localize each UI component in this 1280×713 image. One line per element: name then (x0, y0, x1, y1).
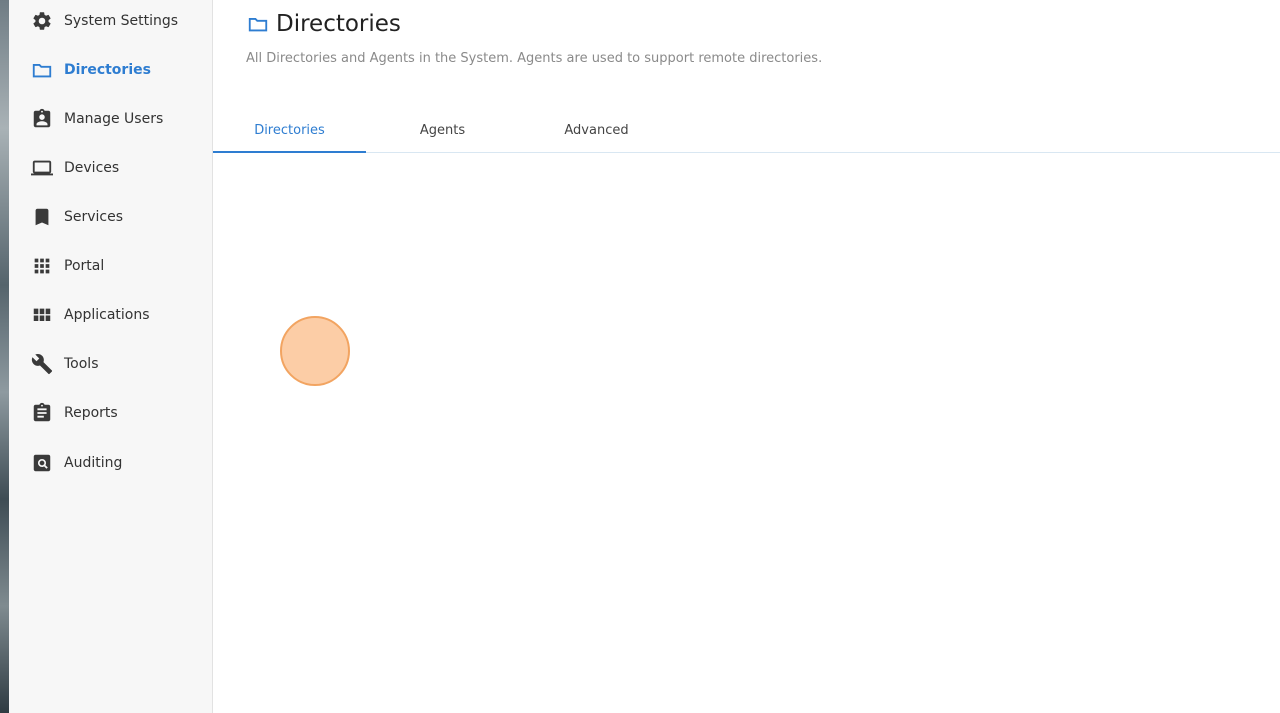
sidebar-item-reports[interactable]: Reports (9, 393, 212, 433)
folder-icon (247, 13, 269, 35)
user-badge-icon (30, 107, 54, 131)
sidebar-item-label: Applications (64, 307, 150, 323)
clipboard-icon (30, 401, 54, 425)
sidebar-item-portal[interactable]: Portal (9, 246, 212, 286)
page-subtitle: All Directories and Agents in the System… (246, 51, 823, 66)
folder-icon (30, 58, 54, 82)
cursor-indicator (280, 316, 350, 386)
tab-directories[interactable]: Directories (213, 108, 366, 153)
sidebar-item-label: Directories (64, 62, 151, 78)
sidebar-item-label: Auditing (64, 455, 123, 471)
laptop-icon (30, 156, 54, 180)
tab-bar: Directories Agents Advanced (213, 108, 1280, 153)
desktop-background (0, 0, 9, 713)
apps-grid-icon (30, 254, 54, 278)
sidebar-item-label: Reports (64, 405, 118, 421)
sidebar-item-tools[interactable]: Tools (9, 344, 212, 384)
sidebar-item-label: Services (64, 209, 124, 225)
sidebar-item-services[interactable]: Services (9, 197, 212, 237)
sidebar-item-devices[interactable]: Devices (9, 148, 212, 188)
sidebar-item-label: System Settings (64, 13, 179, 29)
sidebar-item-manage-users[interactable]: Manage Users (9, 99, 212, 139)
page-header: Directories (247, 11, 401, 37)
sidebar-item-directories[interactable]: Directories (9, 50, 212, 90)
tab-agents[interactable]: Agents (366, 108, 519, 152)
page-title: Directories (276, 11, 401, 37)
sidebar-item-label: Devices (64, 160, 120, 176)
wrench-icon (30, 352, 54, 376)
sidebar-item-label: Tools (64, 356, 99, 372)
sidebar-item-auditing[interactable]: Auditing (9, 443, 212, 483)
sidebar-item-label: Manage Users (64, 111, 164, 127)
main-content: Directories All Directories and Agents i… (213, 0, 1280, 713)
gear-icon (30, 9, 54, 33)
bookmark-icon (30, 205, 54, 229)
sidebar-item-system-settings[interactable]: System Settings (9, 1, 212, 41)
sidebar-item-applications[interactable]: Applications (9, 295, 212, 335)
sidebar: System Settings Directories Manage Users… (9, 0, 213, 713)
sidebar-item-label: Portal (64, 258, 105, 274)
search-box-icon (30, 451, 54, 475)
view-module-icon (30, 303, 54, 327)
tab-advanced[interactable]: Advanced (520, 108, 673, 152)
